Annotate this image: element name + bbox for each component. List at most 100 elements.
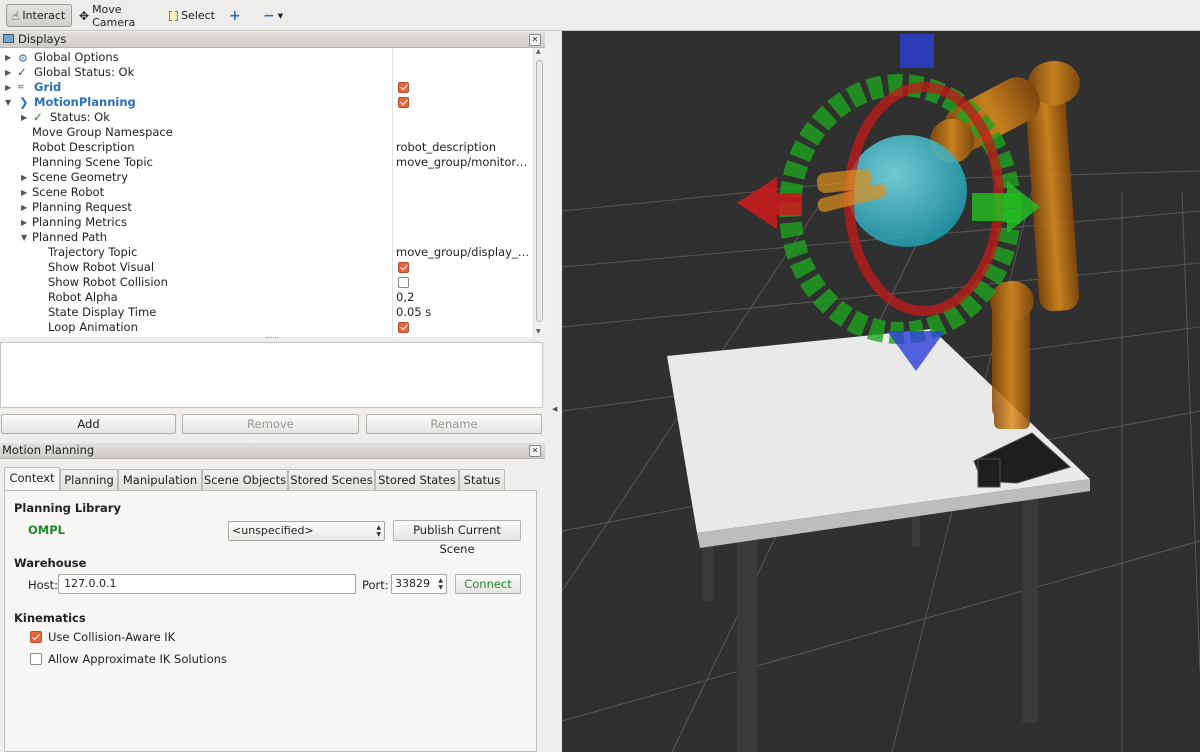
tab-planning[interactable]: Planning [60,469,118,490]
tree-row-trajectory-topic[interactable]: Trajectory Topic move_group/display_p... [0,245,532,260]
expand-arrow-icon[interactable]: ▶ [5,50,13,65]
expand-arrow-icon[interactable]: ▶ [21,200,29,215]
collapse-arrow-icon[interactable]: ▼ [5,95,13,110]
tree-label: Planned Path [32,230,108,244]
grid-enabled-checkbox[interactable] [398,82,409,93]
tree-value[interactable]: move_group/display_p... [396,245,532,260]
expand-arrow-icon[interactable]: ▶ [21,185,29,200]
spin-arrows-icon[interactable]: ▲ ▼ [438,577,443,591]
close-icon[interactable]: ✕ [529,34,541,46]
tree-value[interactable]: robot_description [396,140,496,155]
scrollbar-thumb[interactable] [536,60,543,322]
tab-stored-states[interactable]: Stored States [375,469,459,490]
panel-splitter[interactable]: ◀ [545,31,562,752]
tree-value[interactable]: move_group/monitore... [396,155,532,170]
collision-aware-ik-checkbox[interactable] [30,631,42,643]
green-translate-arrow [972,181,1040,233]
tree-row-show-robot-collision[interactable]: Show Robot Collision [0,275,532,290]
port-spinbox[interactable]: 33829 ▲ ▼ [391,574,447,594]
tree-row-planning-scene-topic[interactable]: Planning Scene Topic move_group/monitore… [0,155,532,170]
move-camera-tool-button[interactable]: ✥ Move Camera [74,3,162,29]
tree-label: Show Robot Visual [48,260,155,274]
approx-ik-checkbox[interactable] [30,653,42,665]
checkmark-icon: ✓ [33,110,43,124]
select-tool-button[interactable]: Select [164,4,220,27]
tree-row-motion-planning[interactable]: ▼ ❯ MotionPlanning [0,95,532,110]
host-value: 127.0.0.1 [64,577,117,590]
planner-select[interactable]: <unspecified> ▲ ▼ [228,521,385,541]
remove-display-button[interactable]: Remove [182,414,359,434]
scroll-down-icon[interactable]: ▼ [536,328,541,335]
tree-row-status[interactable]: ▶ ✓ Status: Ok [0,110,532,125]
tab-manipulation[interactable]: Manipulation [118,469,202,490]
tree-value[interactable]: 0.05 s [396,305,431,320]
minus-icon: − [263,7,275,24]
tree-row-planned-path[interactable]: ▼ Planned Path [0,230,532,245]
tree-row-planning-request[interactable]: ▶ Planning Request [0,200,532,215]
planning-library-heading: Planning Library [14,501,121,515]
interact-tool-button[interactable]: ☝ Interact [6,4,72,27]
column-divider[interactable] [392,48,393,337]
displays-scrollbar[interactable]: ▲ ▼ [533,48,545,337]
displays-panel-title: Displays ✕ [0,32,545,48]
tree-row-scene-robot[interactable]: ▶ Scene Robot [0,185,532,200]
tree-label: Scene Robot [32,185,105,199]
add-tool-button[interactable]: + [224,4,246,27]
tab-stored-scenes[interactable]: Stored Scenes [288,469,375,490]
tree-label: Global Status: Ok [34,65,135,79]
displays-title: Displays [18,32,67,46]
connect-button[interactable]: Connect [455,574,521,594]
close-icon[interactable]: ✕ [529,445,541,457]
tree-row-global-status[interactable]: ▶ ✓ Global Status: Ok [0,65,532,80]
tree-value[interactable]: 0,2 [396,290,414,305]
tree-label: State Display Time [48,305,157,319]
tab-context[interactable]: Context [4,467,60,491]
expand-arrow-icon[interactable]: ▶ [21,215,29,230]
tree-row-robot-alpha[interactable]: Robot Alpha 0,2 [0,290,532,305]
expand-arrow-icon[interactable]: ▶ [21,170,29,185]
displays-panel: Displays ✕ ▶ ⚙ Global Options ▶ ✓ Global… [0,32,545,337]
scroll-up-icon[interactable]: ▲ [536,48,541,55]
tree-row-planning-metrics[interactable]: ▶ Planning Metrics [0,215,532,230]
tree-label: Planning Metrics [32,215,127,229]
tree-label: Robot Alpha [48,290,118,304]
tab-scene-objects[interactable]: Scene Objects [202,469,288,490]
tree-label: Planning Request [32,200,132,214]
tab-status[interactable]: Status [459,469,505,490]
expand-arrow-icon[interactable]: ▶ [21,110,29,125]
tree-row-global-options[interactable]: ▶ ⚙ Global Options [0,50,532,65]
show-robot-collision-checkbox[interactable] [398,277,409,288]
monitor-icon [3,34,14,43]
host-field[interactable]: 127.0.0.1 [58,574,356,594]
tree-row-show-robot-visual[interactable]: Show Robot Visual [0,260,532,275]
display-description-box [0,342,543,408]
tree-row-move-group-namespace[interactable]: Move Group Namespace [0,125,532,140]
rename-display-button[interactable]: Rename [366,414,542,434]
port-value: 33829 [395,577,430,590]
show-robot-visual-checkbox[interactable] [398,262,409,273]
tree-row-state-display-time[interactable]: State Display Time 0.05 s [0,305,532,320]
publish-current-scene-button[interactable]: Publish Current Scene [393,520,521,556]
tree-row-loop-animation[interactable]: Loop Animation [0,320,532,335]
collision-aware-ik-label: Use Collision-Aware IK [48,630,176,644]
host-label: Host: [28,578,59,592]
tree-label: Trajectory Topic [48,245,138,259]
expand-arrow-icon[interactable]: ▶ [5,65,13,80]
loop-animation-checkbox[interactable] [398,322,409,333]
remove-tool-dropdown[interactable]: − ▼ [258,4,290,27]
move-camera-icon: ✥ [79,8,90,23]
tree-row-grid[interactable]: ▶ ⌗ Grid [0,80,532,95]
add-display-button[interactable]: Add [1,414,176,434]
main-toolbar: ☝ Interact ✥ Move Camera Select + − ▼ [0,0,1200,31]
tree-label: Robot Description [32,140,135,154]
tree-label: Status: Ok [50,110,110,124]
3d-viewport[interactable] [562,31,1200,752]
motion-planning-enabled-checkbox[interactable] [398,97,409,108]
warehouse-heading: Warehouse [14,556,87,570]
expand-arrow-icon[interactable]: ▶ [5,80,13,95]
tree-row-robot-description[interactable]: Robot Description robot_description [0,140,532,155]
tree-row-scene-geometry[interactable]: ▶ Scene Geometry [0,170,532,185]
scene-render [562,34,1200,752]
collapse-arrow-icon[interactable]: ▼ [21,230,29,245]
collapse-left-icon[interactable]: ◀ [552,405,557,413]
